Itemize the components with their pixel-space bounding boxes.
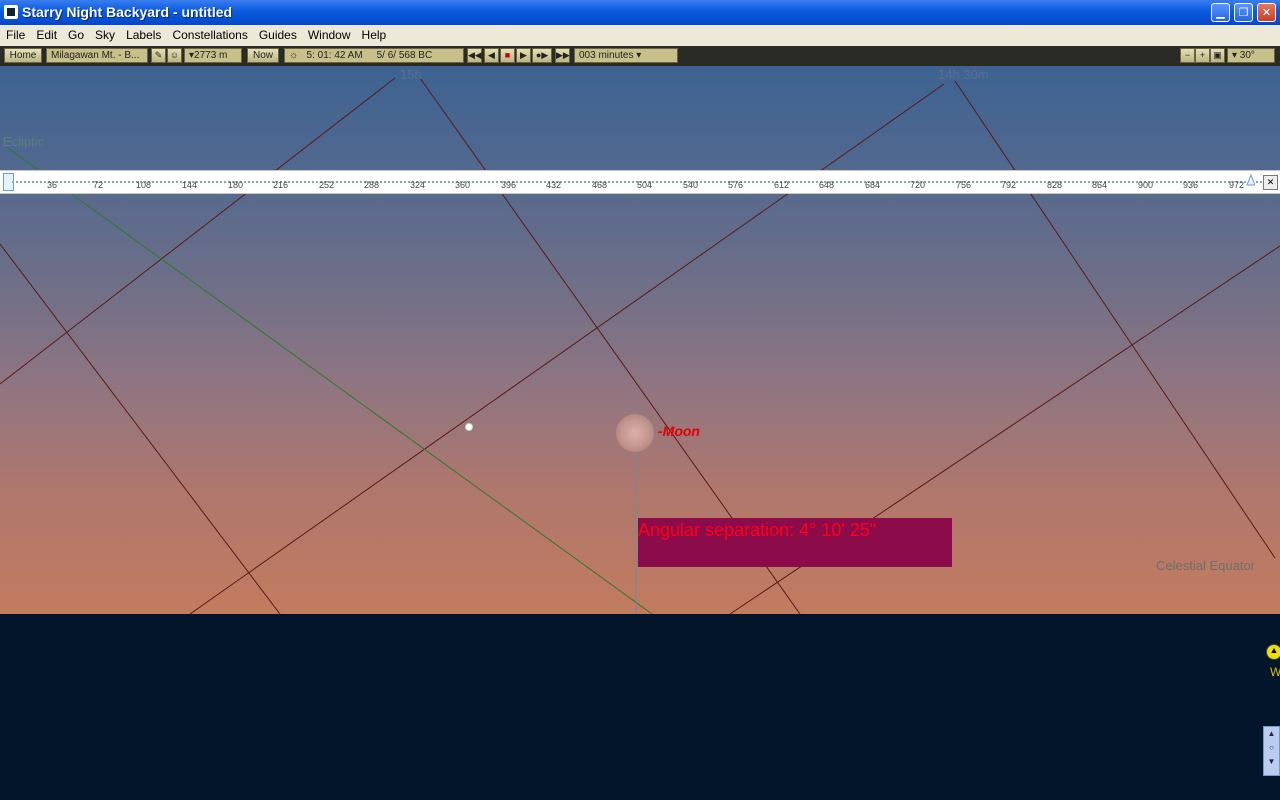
menu-file[interactable]: File bbox=[0, 25, 30, 42]
ruler-tick: 396 bbox=[501, 180, 517, 190]
angular-separation-box: Angular separation: 4° 10' 25" bbox=[638, 518, 952, 567]
ruler-tick: 864 bbox=[1092, 180, 1108, 190]
zoom-out-icon[interactable]: − bbox=[1180, 48, 1195, 63]
date-value: 5/ 6/ 568 BC bbox=[376, 50, 433, 61]
ecliptic-label: Ecliptic bbox=[3, 134, 45, 149]
now-button[interactable]: Now bbox=[247, 48, 279, 63]
elevation-field[interactable]: ▾2773 m bbox=[184, 48, 242, 63]
ruler-tick: 36 bbox=[47, 180, 58, 190]
ruler-tick: 684 bbox=[865, 180, 881, 190]
ruler-tick: 72 bbox=[93, 180, 104, 190]
ruler-tick: 828 bbox=[1047, 180, 1063, 190]
ruler-tick: 432 bbox=[546, 180, 562, 190]
ruler-tick: 360 bbox=[455, 180, 471, 190]
menu-go[interactable]: Go bbox=[62, 25, 89, 42]
measure-ruler[interactable]: 36 72 108 144 180 216 252 288 324 360 39… bbox=[0, 170, 1280, 194]
maximize-button[interactable]: ❐ bbox=[1234, 3, 1253, 22]
ruler-tick: 468 bbox=[592, 180, 608, 190]
zoom-fit-icon[interactable]: ▣ bbox=[1210, 48, 1225, 63]
close-button[interactable]: ✕ bbox=[1257, 3, 1276, 22]
ruler-tick: 972 bbox=[1229, 180, 1245, 190]
step-back-icon[interactable]: ◀ bbox=[484, 48, 499, 63]
ruler-tick: 576 bbox=[728, 180, 744, 190]
play-icon[interactable]: ▶ bbox=[516, 48, 531, 63]
menu-sky[interactable]: Sky bbox=[89, 25, 120, 42]
ruler-tick: 252 bbox=[319, 180, 335, 190]
menu-constellations[interactable]: Constellations bbox=[166, 25, 252, 42]
menu-labels[interactable]: Labels bbox=[120, 25, 166, 42]
step-back-fast-icon[interactable]: ◀◀ bbox=[467, 48, 482, 63]
sky-view[interactable]: 15h 14h 30m Ecliptic Celestial Equator -… bbox=[0, 66, 1280, 614]
fov-select[interactable]: ▾ 30° bbox=[1227, 48, 1275, 63]
ruler-tick: 108 bbox=[136, 180, 152, 190]
menu-bar: File Edit Go Sky Labels Constellations Guides W… bbox=[0, 25, 1280, 47]
title-bar: Starry Night Backyard - untitled ▁ ❐ ✕ bbox=[0, 0, 1280, 25]
app-icon[interactable] bbox=[4, 5, 18, 19]
time-value: 5: 01: 42 AM bbox=[306, 50, 363, 61]
ruler-tick: 216 bbox=[273, 180, 289, 190]
ra-label-15h: 15h bbox=[400, 67, 422, 82]
stop-icon[interactable]: ■ bbox=[500, 48, 515, 63]
location-field[interactable]: Milagawan Mt. - B... bbox=[46, 48, 148, 63]
ruler-right-handle[interactable] bbox=[1246, 173, 1255, 187]
sun-icon: ☼ bbox=[289, 50, 299, 61]
time-field[interactable]: ☼ 5: 01: 42 AM 5/ 6/ 568 BC bbox=[284, 48, 464, 63]
altitude-scroll-widget[interactable]: ▲ ○ ▼ bbox=[1263, 726, 1280, 776]
menu-edit[interactable]: Edit bbox=[30, 25, 62, 42]
menu-guides[interactable]: Guides bbox=[253, 25, 302, 42]
ruler-tick: 648 bbox=[819, 180, 835, 190]
home-button[interactable]: Home bbox=[4, 48, 42, 63]
ruler-tick: 540 bbox=[683, 180, 699, 190]
zoom-in-icon[interactable]: + bbox=[1195, 48, 1210, 63]
minimize-button[interactable]: ▁ bbox=[1211, 3, 1230, 22]
step-forward-icon[interactable]: ●▶ bbox=[532, 48, 552, 63]
person-icon[interactable]: ☺ bbox=[167, 48, 182, 63]
ruler-tick: 936 bbox=[1183, 180, 1199, 190]
ruler-close-icon[interactable]: ✕ bbox=[1263, 175, 1278, 190]
horizon-ground bbox=[0, 614, 1280, 800]
angular-separation-text: Angular separation: 4° 10' 25" bbox=[638, 520, 877, 540]
ruler-tick: 504 bbox=[637, 180, 653, 190]
ruler-tick: 792 bbox=[1001, 180, 1017, 190]
ruler-tick: 180 bbox=[228, 180, 244, 190]
menu-help[interactable]: Help bbox=[356, 25, 392, 42]
ruler-tick: 144 bbox=[182, 180, 198, 190]
toolbar: Home Milagawan Mt. - B... ✎ ☺ ▾2773 m No… bbox=[0, 46, 1280, 66]
ruler-tick: 612 bbox=[774, 180, 790, 190]
ruler-tick: 756 bbox=[956, 180, 972, 190]
compass-icon[interactable]: ▲ bbox=[1266, 644, 1280, 660]
west-direction-label: W bbox=[1270, 665, 1280, 679]
celestial-equator-label: Celestial Equator bbox=[1156, 558, 1255, 573]
step-forward-fast-icon[interactable]: ▶▶ bbox=[555, 48, 570, 63]
ruler-tick: 900 bbox=[1138, 180, 1154, 190]
menu-window[interactable]: Window bbox=[302, 25, 356, 42]
star[interactable] bbox=[465, 423, 473, 431]
ra-label-14h30m: 14h 30m bbox=[938, 67, 989, 82]
ruler-tick: 324 bbox=[410, 180, 426, 190]
window-title: Starry Night Backyard - untitled bbox=[22, 4, 233, 20]
ruler-tick: 720 bbox=[910, 180, 926, 190]
time-step-select[interactable]: 003 minutes ▾ bbox=[574, 48, 678, 63]
ruler-tick: 288 bbox=[364, 180, 380, 190]
moon[interactable] bbox=[616, 414, 654, 452]
moon-label[interactable]: -Moon bbox=[658, 423, 700, 439]
pencil-icon[interactable]: ✎ bbox=[151, 48, 166, 63]
